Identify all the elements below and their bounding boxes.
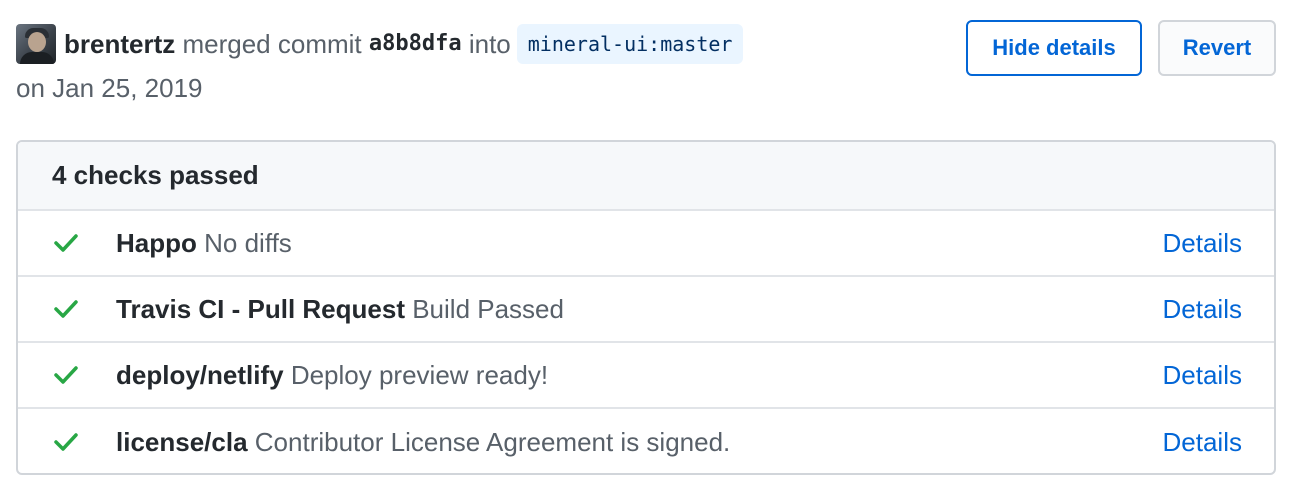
check-icon (52, 361, 80, 389)
check-text: deploy/netlify Deploy preview ready! (116, 360, 548, 391)
check-icon (52, 229, 80, 257)
target-branch[interactable]: mineral-ui:master (516, 24, 744, 64)
details-link[interactable]: Details (1163, 427, 1242, 458)
avatar[interactable] (16, 24, 56, 64)
check-row: deploy/netlify Deploy preview ready! Det… (18, 343, 1274, 409)
check-description: Deploy preview ready! (290, 359, 549, 390)
check-name: deploy/netlify (116, 359, 284, 390)
check-text: Happo No diffs (116, 228, 292, 259)
merge-date: on Jan 25, 2019 (16, 73, 203, 103)
check-row: Travis CI - Pull Request Build Passed De… (18, 277, 1274, 343)
details-link[interactable]: Details (1163, 228, 1242, 259)
check-name: license/cla (116, 426, 248, 457)
merged-text: merged commit (182, 29, 362, 59)
hide-details-button[interactable]: Hide details (966, 20, 1142, 76)
commit-sha-link[interactable]: a8b8dfa (369, 24, 462, 64)
check-row: Happo No diffs Details (18, 211, 1274, 277)
revert-button[interactable]: Revert (1158, 20, 1276, 76)
into-text: into (468, 29, 511, 59)
check-text: license/cla Contributor License Agreemen… (116, 427, 730, 458)
details-link[interactable]: Details (1163, 360, 1242, 391)
details-link[interactable]: Details (1163, 294, 1242, 325)
check-description: No diffs (204, 227, 292, 258)
check-icon (52, 428, 80, 456)
checks-summary: 4 checks passed (18, 142, 1274, 211)
merge-header: brentertz merged commit a8b8dfa into min… (16, 24, 744, 64)
check-icon (52, 295, 80, 323)
merge-event: brentertz merged commit a8b8dfa into min… (0, 0, 1290, 494)
avatar-body (20, 52, 54, 64)
check-description: Build Passed (412, 293, 564, 324)
check-row: license/cla Contributor License Agreemen… (18, 409, 1274, 473)
avatar-face (28, 32, 46, 52)
checks-box: 4 checks passed Happo No diffs Details T… (16, 140, 1276, 475)
check-description: Contributor License Agreement is signed. (254, 426, 731, 457)
check-name: Happo (116, 227, 197, 258)
author-link[interactable]: brentertz (64, 24, 175, 64)
check-name: Travis CI - Pull Request (116, 293, 405, 324)
check-text: Travis CI - Pull Request Build Passed (116, 294, 564, 325)
